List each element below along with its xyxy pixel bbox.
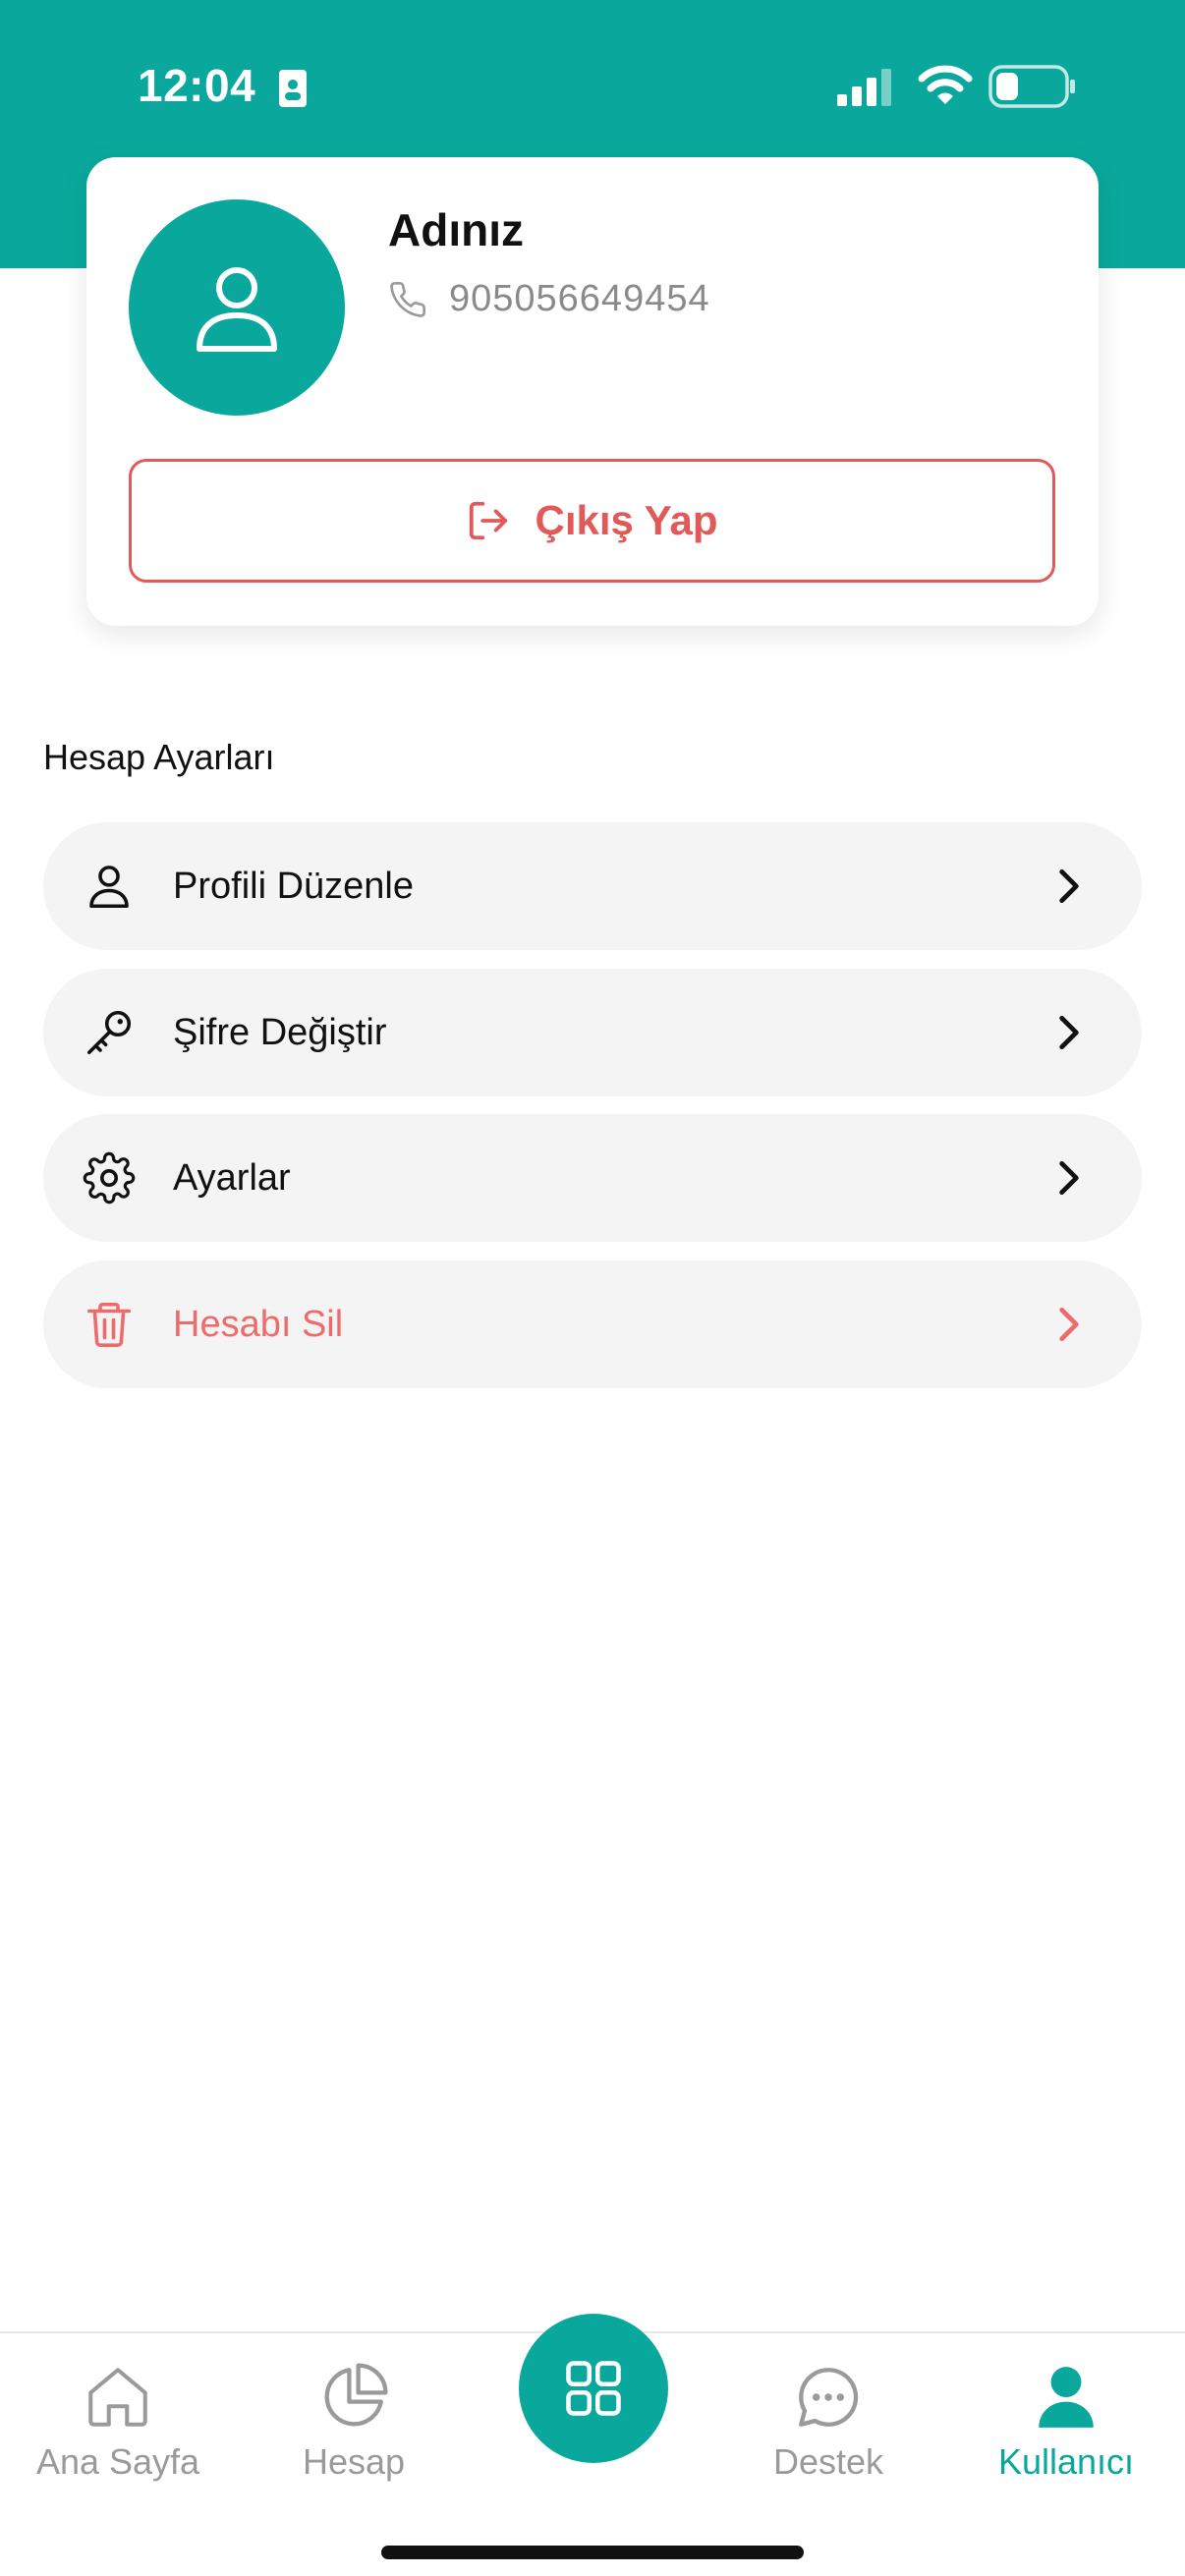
trash-icon <box>86 1302 132 1347</box>
key-icon <box>86 1010 132 1055</box>
menu-item-label: Şifre Değiştir <box>173 1011 387 1053</box>
chevron-right-icon <box>1059 868 1079 904</box>
tab-user[interactable]: Kullanıcı <box>968 2361 1164 2483</box>
phone-number: 905056649454 <box>449 278 710 319</box>
chevron-right-icon <box>1059 1307 1079 1342</box>
battery-icon <box>988 65 1077 113</box>
tab-support[interactable]: Destek <box>730 2361 927 2483</box>
chevron-right-icon <box>1059 1015 1079 1050</box>
user-filled-icon <box>1039 2367 1094 2428</box>
gear-icon <box>83 1151 136 1204</box>
user-icon <box>89 866 129 909</box>
tab-label: Destek <box>772 2441 884 2482</box>
tab-label: Kullanıcı <box>997 2441 1135 2482</box>
wifi-icon <box>918 63 973 111</box>
profile-card: Adınız 905056649454 Çıkış Yap <box>86 157 1099 626</box>
section-title: Hesap Ayarları <box>43 737 275 777</box>
cellular-signal-icon <box>837 69 896 111</box>
tab-account[interactable]: Hesap <box>255 2361 452 2483</box>
logout-label: Çıkış Yap <box>535 497 718 543</box>
menu-item-change-password[interactable]: Şifre Değiştir <box>43 969 1142 1096</box>
menu-item-settings[interactable]: Ayarlar <box>43 1114 1142 1242</box>
grid-icon <box>566 2361 621 2416</box>
menu-item-label: Ayarlar <box>173 1156 291 1199</box>
chat-icon <box>799 2368 859 2427</box>
chevron-right-icon <box>1059 1160 1079 1196</box>
tab-home[interactable]: Ana Sayfa <box>20 2361 216 2483</box>
profile-name: Adınız <box>388 204 524 255</box>
id-card-icon <box>278 69 308 113</box>
status-bar: 12:04 <box>0 0 1185 157</box>
logout-icon <box>470 501 508 540</box>
home-indicator <box>381 2546 804 2559</box>
status-time: 12:04 <box>138 60 256 111</box>
pie-chart-icon <box>324 2363 388 2427</box>
logout-button[interactable]: Çıkış Yap <box>129 459 1055 583</box>
tab-bar: Ana Sayfa Hesap Destek Kullanıcı <box>0 2314 1185 2576</box>
phone-row: 905056649454 <box>388 278 710 320</box>
menu-item-delete-account[interactable]: Hesabı Sil <box>43 1260 1142 1388</box>
avatar[interactable] <box>129 199 345 416</box>
tab-label: Ana Sayfa <box>35 2441 200 2482</box>
phone-icon <box>390 281 426 317</box>
user-icon <box>197 267 277 352</box>
center-menu-button[interactable] <box>519 2314 668 2463</box>
tab-label: Hesap <box>302 2441 406 2482</box>
menu-item-label: Hesabı Sil <box>173 1303 344 1345</box>
menu-item-edit-profile[interactable]: Profili Düzenle <box>43 822 1142 950</box>
menu-item-label: Profili Düzenle <box>173 865 414 907</box>
home-icon <box>88 2368 147 2427</box>
